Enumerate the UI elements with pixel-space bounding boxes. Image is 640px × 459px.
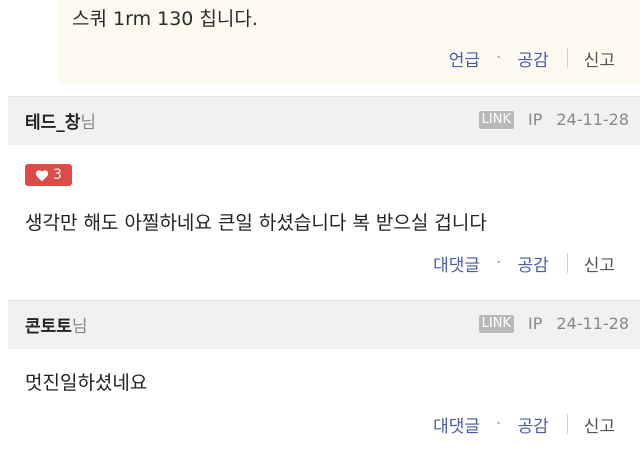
like-button[interactable]: 공감 [517,46,548,71]
author-nickname[interactable]: 테드_창 [25,113,80,133]
link-badge[interactable]: LINK [478,110,514,129]
comment-author[interactable]: 콘토토님 [25,312,88,337]
author-nickname[interactable]: 콘토토 [25,317,72,337]
mention-button[interactable]: 언급 [449,46,480,71]
action-separator: · [496,48,502,68]
like-button[interactable]: 공감 [517,412,548,437]
like-button[interactable]: 공감 [517,251,548,276]
action-divider [566,253,568,273]
comment-meta: LINK IP 24-11-28 [478,110,629,129]
report-button[interactable]: 신고 [584,412,615,437]
reply-button[interactable]: 대댓글 [433,251,480,276]
reply-actions: 언급 · 공감 신고 [449,45,640,71]
comment-header: 테드_창님 LINK IP 24-11-28 [8,96,640,145]
like-count-badge: 3 [25,164,72,186]
comment-date: 24-11-28 [556,314,629,333]
author-suffix: 님 [80,113,97,133]
comment-author[interactable]: 테드_창님 [25,108,96,133]
ip-label: IP [528,314,543,333]
comment-text: 멋진일하셨네요 [25,372,148,394]
reply-text: 스쿼 1rm 130 칩니다. [72,8,258,30]
comment-header: 콘토토님 LINK IP 24-11-28 [8,300,640,349]
comment-text: 생각만 해도 아찔하네요 큰일 하셨습니다 복 받으실 겁니다 [25,212,487,234]
report-button[interactable]: 신고 [584,251,615,276]
comment-date: 24-11-28 [556,110,629,129]
comment-meta: LINK IP 24-11-28 [478,314,629,333]
action-separator: · [496,253,502,273]
report-button[interactable]: 신고 [584,46,615,71]
action-separator: · [496,414,502,434]
action-divider [566,48,568,68]
ip-label: IP [528,110,543,129]
author-suffix: 님 [71,317,88,337]
link-badge[interactable]: LINK [478,314,514,333]
reply-button[interactable]: 대댓글 [433,412,480,437]
comment-actions: 대댓글 · 공감 신고 [433,411,640,437]
action-divider [566,414,568,434]
like-count: 3 [53,167,62,183]
comment-actions: 대댓글 · 공감 신고 [433,250,640,276]
heart-icon [35,169,49,181]
